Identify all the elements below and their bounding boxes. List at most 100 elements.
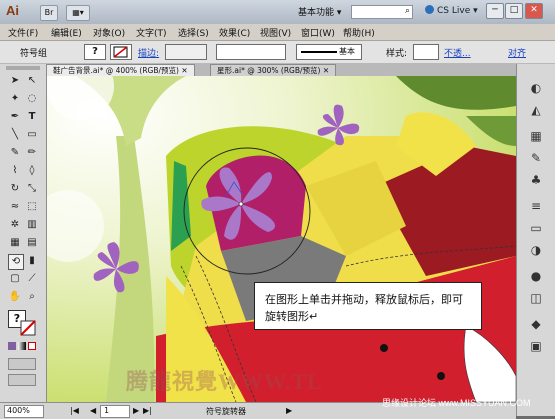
hand-icon[interactable]: ✋ — [8, 290, 22, 304]
menu-type[interactable]: 文字(T) — [136, 26, 167, 39]
appearance-icon[interactable]: ● — [528, 268, 544, 284]
next-page-arrow[interactable]: ▶ — [133, 406, 139, 415]
layers-icon[interactable]: ◆ — [528, 316, 544, 332]
stroke-swatch[interactable] — [110, 44, 132, 60]
menu-select[interactable]: 选择(S) — [178, 26, 209, 39]
minimize-button[interactable]: ─ — [486, 3, 504, 19]
eyelet — [437, 372, 445, 380]
column-graph-icon[interactable]: ▮ — [25, 254, 39, 268]
gradient-icon[interactable]: ▤ — [25, 236, 39, 250]
symbol-sprayer-icon[interactable]: ✲ — [8, 218, 22, 232]
eraser-icon[interactable]: ◊ — [25, 164, 39, 178]
title-bar: Ai Br ▦▾ 基本功能 ▾ ⌕ CS Live ▾ ─ □ ✕ — [0, 0, 555, 25]
workspace-label: 基本功能 — [298, 8, 335, 18]
warp-icon[interactable]: ≈ — [8, 200, 22, 214]
artboard-icon[interactable]: ▢ — [8, 272, 22, 286]
brush-icon[interactable]: ✎ — [8, 146, 22, 160]
mesh-icon[interactable]: ▦ — [8, 236, 22, 250]
artboard-canvas[interactable] — [46, 76, 516, 402]
line-icon[interactable]: ╲ — [8, 128, 22, 142]
free-transform-icon[interactable]: ⬚ — [25, 200, 39, 214]
menu-edit[interactable]: 编辑(E) — [51, 26, 82, 39]
current-tool-name: 符号旋转器 — [206, 407, 246, 416]
pen-icon[interactable]: ✒ — [8, 110, 22, 124]
transparency-icon[interactable]: ◑ — [528, 242, 544, 258]
selection-type-label: 符号组 — [20, 49, 48, 59]
brush-stroke-preview — [301, 51, 337, 53]
instruction-callout: 在图形上单击并拖动，释放鼠标后，即可旋转图形↵ — [254, 282, 482, 330]
close-tab-icon[interactable]: ✕ — [181, 66, 187, 75]
tools-panel: ➤ ↖ ✦ ◌ ✒ T ╲ ▭ ✎ ✏ ⌇ ◊ ↻ ⤡ ≈ ⬚ ✲ ▥ ▦ ▤ … — [0, 64, 47, 404]
close-tab-icon[interactable]: ✕ — [323, 66, 329, 75]
app-logo: Ai — [6, 3, 19, 18]
none-mode-button[interactable] — [28, 342, 36, 350]
color-icon[interactable]: ◐ — [528, 80, 544, 96]
workspace-switcher[interactable]: 基本功能 ▾ — [298, 5, 341, 18]
stroke-color-swatch[interactable] — [20, 320, 36, 336]
zoom-icon[interactable]: ⌕ — [25, 290, 39, 304]
screen-mode-button[interactable] — [8, 374, 36, 386]
align-link[interactable]: 对齐 — [508, 46, 526, 59]
arrange-documents-button[interactable]: ▦▾ — [66, 5, 90, 21]
cs-live-icon — [425, 5, 434, 14]
brushes-icon[interactable]: ✎ — [528, 150, 544, 166]
type-icon[interactable]: T — [25, 110, 39, 124]
graphic-styles-icon[interactable]: ◫ — [528, 290, 544, 306]
stroke-icon[interactable]: ≡ — [528, 198, 544, 214]
menu-view[interactable]: 视图(V) — [260, 26, 291, 39]
menu-file[interactable]: 文件(F) — [8, 26, 38, 39]
blob-brush-icon[interactable]: ⌇ — [8, 164, 22, 178]
page-field[interactable]: 1 — [100, 405, 130, 418]
magic-wand-icon[interactable]: ✦ — [8, 92, 22, 106]
artwork — [46, 76, 516, 402]
tab-label: 星形.ai* @ 300% (RGB/预览) — [217, 66, 321, 75]
zoom-value: 400% — [7, 406, 30, 415]
color-guide-icon[interactable]: ◭ — [528, 102, 544, 118]
opacity-link[interactable]: 不透... — [444, 46, 471, 59]
stroke-label[interactable]: 描边: — [138, 46, 159, 59]
brush-label: 基本 — [339, 47, 355, 56]
search-field[interactable]: ⌕ — [351, 5, 413, 19]
first-page-arrow[interactable]: |◀ — [70, 406, 79, 415]
control-bar: 符号组 ? 描边: 基本 样式: 不透... 对齐 — [0, 41, 555, 64]
symbols-icon[interactable]: ♣ — [528, 172, 544, 188]
last-page-arrow[interactable]: ▶| — [143, 406, 152, 415]
fill-swatch[interactable]: ? — [84, 44, 106, 60]
color-mode-button[interactable] — [8, 342, 16, 350]
menu-help[interactable]: 帮助(H) — [343, 26, 375, 39]
watermark-right: 思缘设计论坛 www.MISSYUAN.COM — [382, 398, 531, 408]
status-menu-arrow[interactable]: ▶ — [286, 406, 292, 415]
menu-object[interactable]: 对象(O) — [93, 26, 125, 39]
close-button[interactable]: ✕ — [525, 3, 543, 19]
lasso-icon[interactable]: ◌ — [25, 92, 39, 106]
gradient-icon[interactable]: ▭ — [528, 220, 544, 236]
watermark-left: 腾龍視覺WWW.TL — [126, 369, 323, 394]
cs-live-button[interactable]: CS Live ▾ — [425, 5, 478, 16]
pencil-icon[interactable]: ✏ — [25, 146, 39, 160]
graph-icon[interactable]: ▥ — [25, 218, 39, 232]
rotate-icon[interactable]: ↻ — [8, 182, 22, 196]
bridge-button[interactable]: Br — [40, 5, 58, 21]
scale-icon[interactable]: ⤡ — [25, 182, 39, 196]
symbol-spin-icon[interactable]: ⟲ — [8, 254, 24, 270]
menu-effect[interactable]: 效果(C) — [219, 26, 250, 39]
maximize-button[interactable]: □ — [505, 3, 523, 19]
cs-live-label: CS Live — [437, 6, 471, 16]
swatches-icon[interactable]: ▦ — [528, 128, 544, 144]
previous-page-arrow[interactable]: ◀ — [90, 406, 96, 415]
stroke-weight-field[interactable] — [165, 44, 207, 60]
selection-icon[interactable]: ➤ — [8, 74, 22, 88]
document-tab-bar: 鞋广告背景.ai* @ 400% (RGB/预览) ✕ 星形.ai* @ 300… — [0, 63, 555, 77]
slice-icon[interactable]: ⟋ — [25, 272, 39, 286]
artboards-icon[interactable]: ▣ — [528, 338, 544, 354]
direct-selection-icon[interactable]: ↖ — [25, 74, 39, 88]
drawing-mode-button[interactable] — [8, 358, 36, 370]
rectangle-icon[interactable]: ▭ — [25, 128, 39, 142]
menu-window[interactable]: 窗口(W) — [301, 26, 335, 39]
gradient-mode-button[interactable] — [18, 342, 26, 350]
brush-definition[interactable]: 基本 — [296, 44, 362, 60]
panel-grip[interactable] — [6, 66, 40, 70]
zoom-field[interactable]: 400% — [4, 405, 44, 418]
variable-width-profile[interactable] — [216, 44, 286, 60]
graphic-style-swatch[interactable] — [413, 44, 439, 60]
